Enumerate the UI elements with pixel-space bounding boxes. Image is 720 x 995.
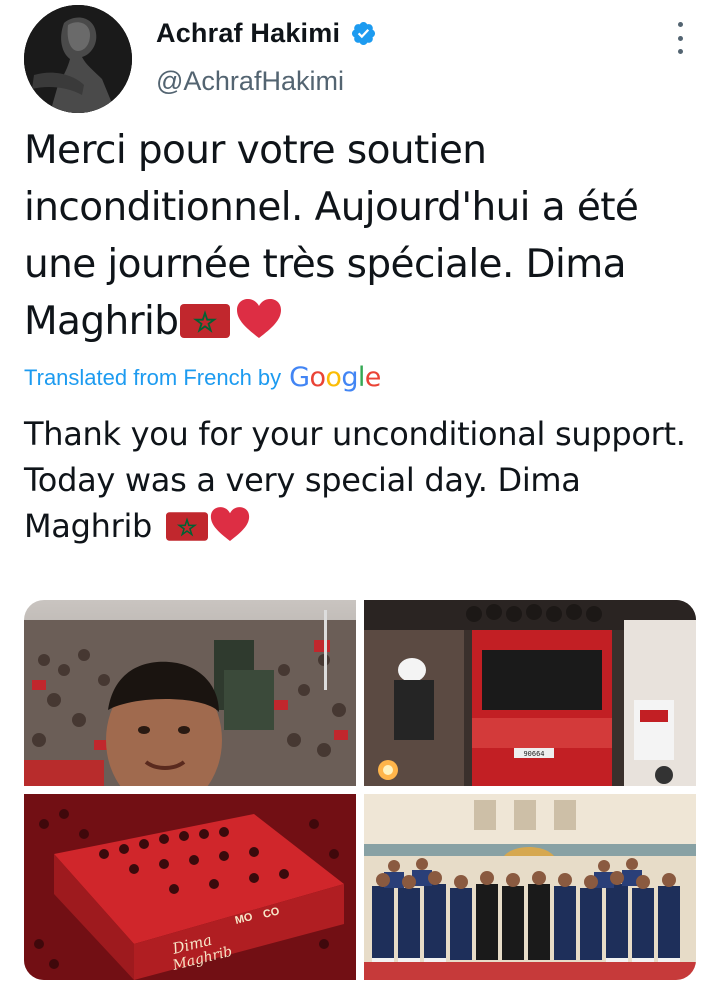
- more-dot: [677, 35, 683, 41]
- tweet-text: Merci pour votre soutien inconditionnel.…: [24, 122, 704, 350]
- translation-line-last: Maghrib: [24, 503, 704, 549]
- bus-plate-text: 90664: [523, 750, 544, 758]
- media-grid: 90664 Dima Maghrib MO CO: [24, 600, 696, 980]
- more-dot: [677, 49, 683, 54]
- translated-label[interactable]: Translated from French by: [24, 365, 281, 391]
- bus-escort-image: 90664: [364, 600, 696, 786]
- tweet-line: une journée très spéciale. Dima: [24, 242, 627, 287]
- crowd-selfie-image: [24, 600, 356, 786]
- red-heart-icon: [237, 299, 282, 338]
- team-group-image: [364, 794, 696, 980]
- more-options-icon[interactable]: [671, 22, 689, 54]
- red-heart-icon: [210, 507, 250, 542]
- morocco-flag-icon: [165, 512, 208, 541]
- translation-attribution[interactable]: Translated from French by Google: [24, 362, 381, 393]
- morocco-flag-icon: [180, 304, 231, 338]
- translation-line: Thank you for your unconditional support…: [24, 415, 686, 453]
- google-logo: Google: [289, 362, 381, 393]
- media-photo-crowd-selfie[interactable]: [24, 600, 356, 786]
- verified-badge-icon: [352, 21, 376, 46]
- media-photo-team-group[interactable]: [364, 794, 696, 980]
- tweet-line: Maghrib: [24, 299, 179, 344]
- tweet-line: inconditionnel. Aujourd'hui a été: [24, 185, 639, 230]
- aerial-bus-image: Dima Maghrib MO CO: [24, 794, 356, 980]
- author-display-name[interactable]: Achraf Hakimi: [156, 18, 340, 49]
- avatar-photo: [24, 5, 132, 113]
- media-photo-bus-escort[interactable]: 90664: [364, 600, 696, 786]
- author-name-row[interactable]: Achraf Hakimi: [156, 18, 377, 49]
- tweet-line-last: Maghrib: [24, 293, 704, 350]
- tweet-line: Merci pour votre soutien: [24, 128, 487, 173]
- author-avatar[interactable]: [24, 5, 132, 113]
- media-photo-aerial-bus[interactable]: Dima Maghrib MO CO: [24, 794, 356, 980]
- translation-line: Today was a very special day. Dima: [24, 461, 581, 499]
- translation-line: Maghrib: [24, 507, 162, 545]
- more-dot: [677, 22, 683, 27]
- author-handle[interactable]: @AchrafHakimi: [156, 66, 344, 97]
- translated-text: Thank you for your unconditional support…: [24, 411, 704, 549]
